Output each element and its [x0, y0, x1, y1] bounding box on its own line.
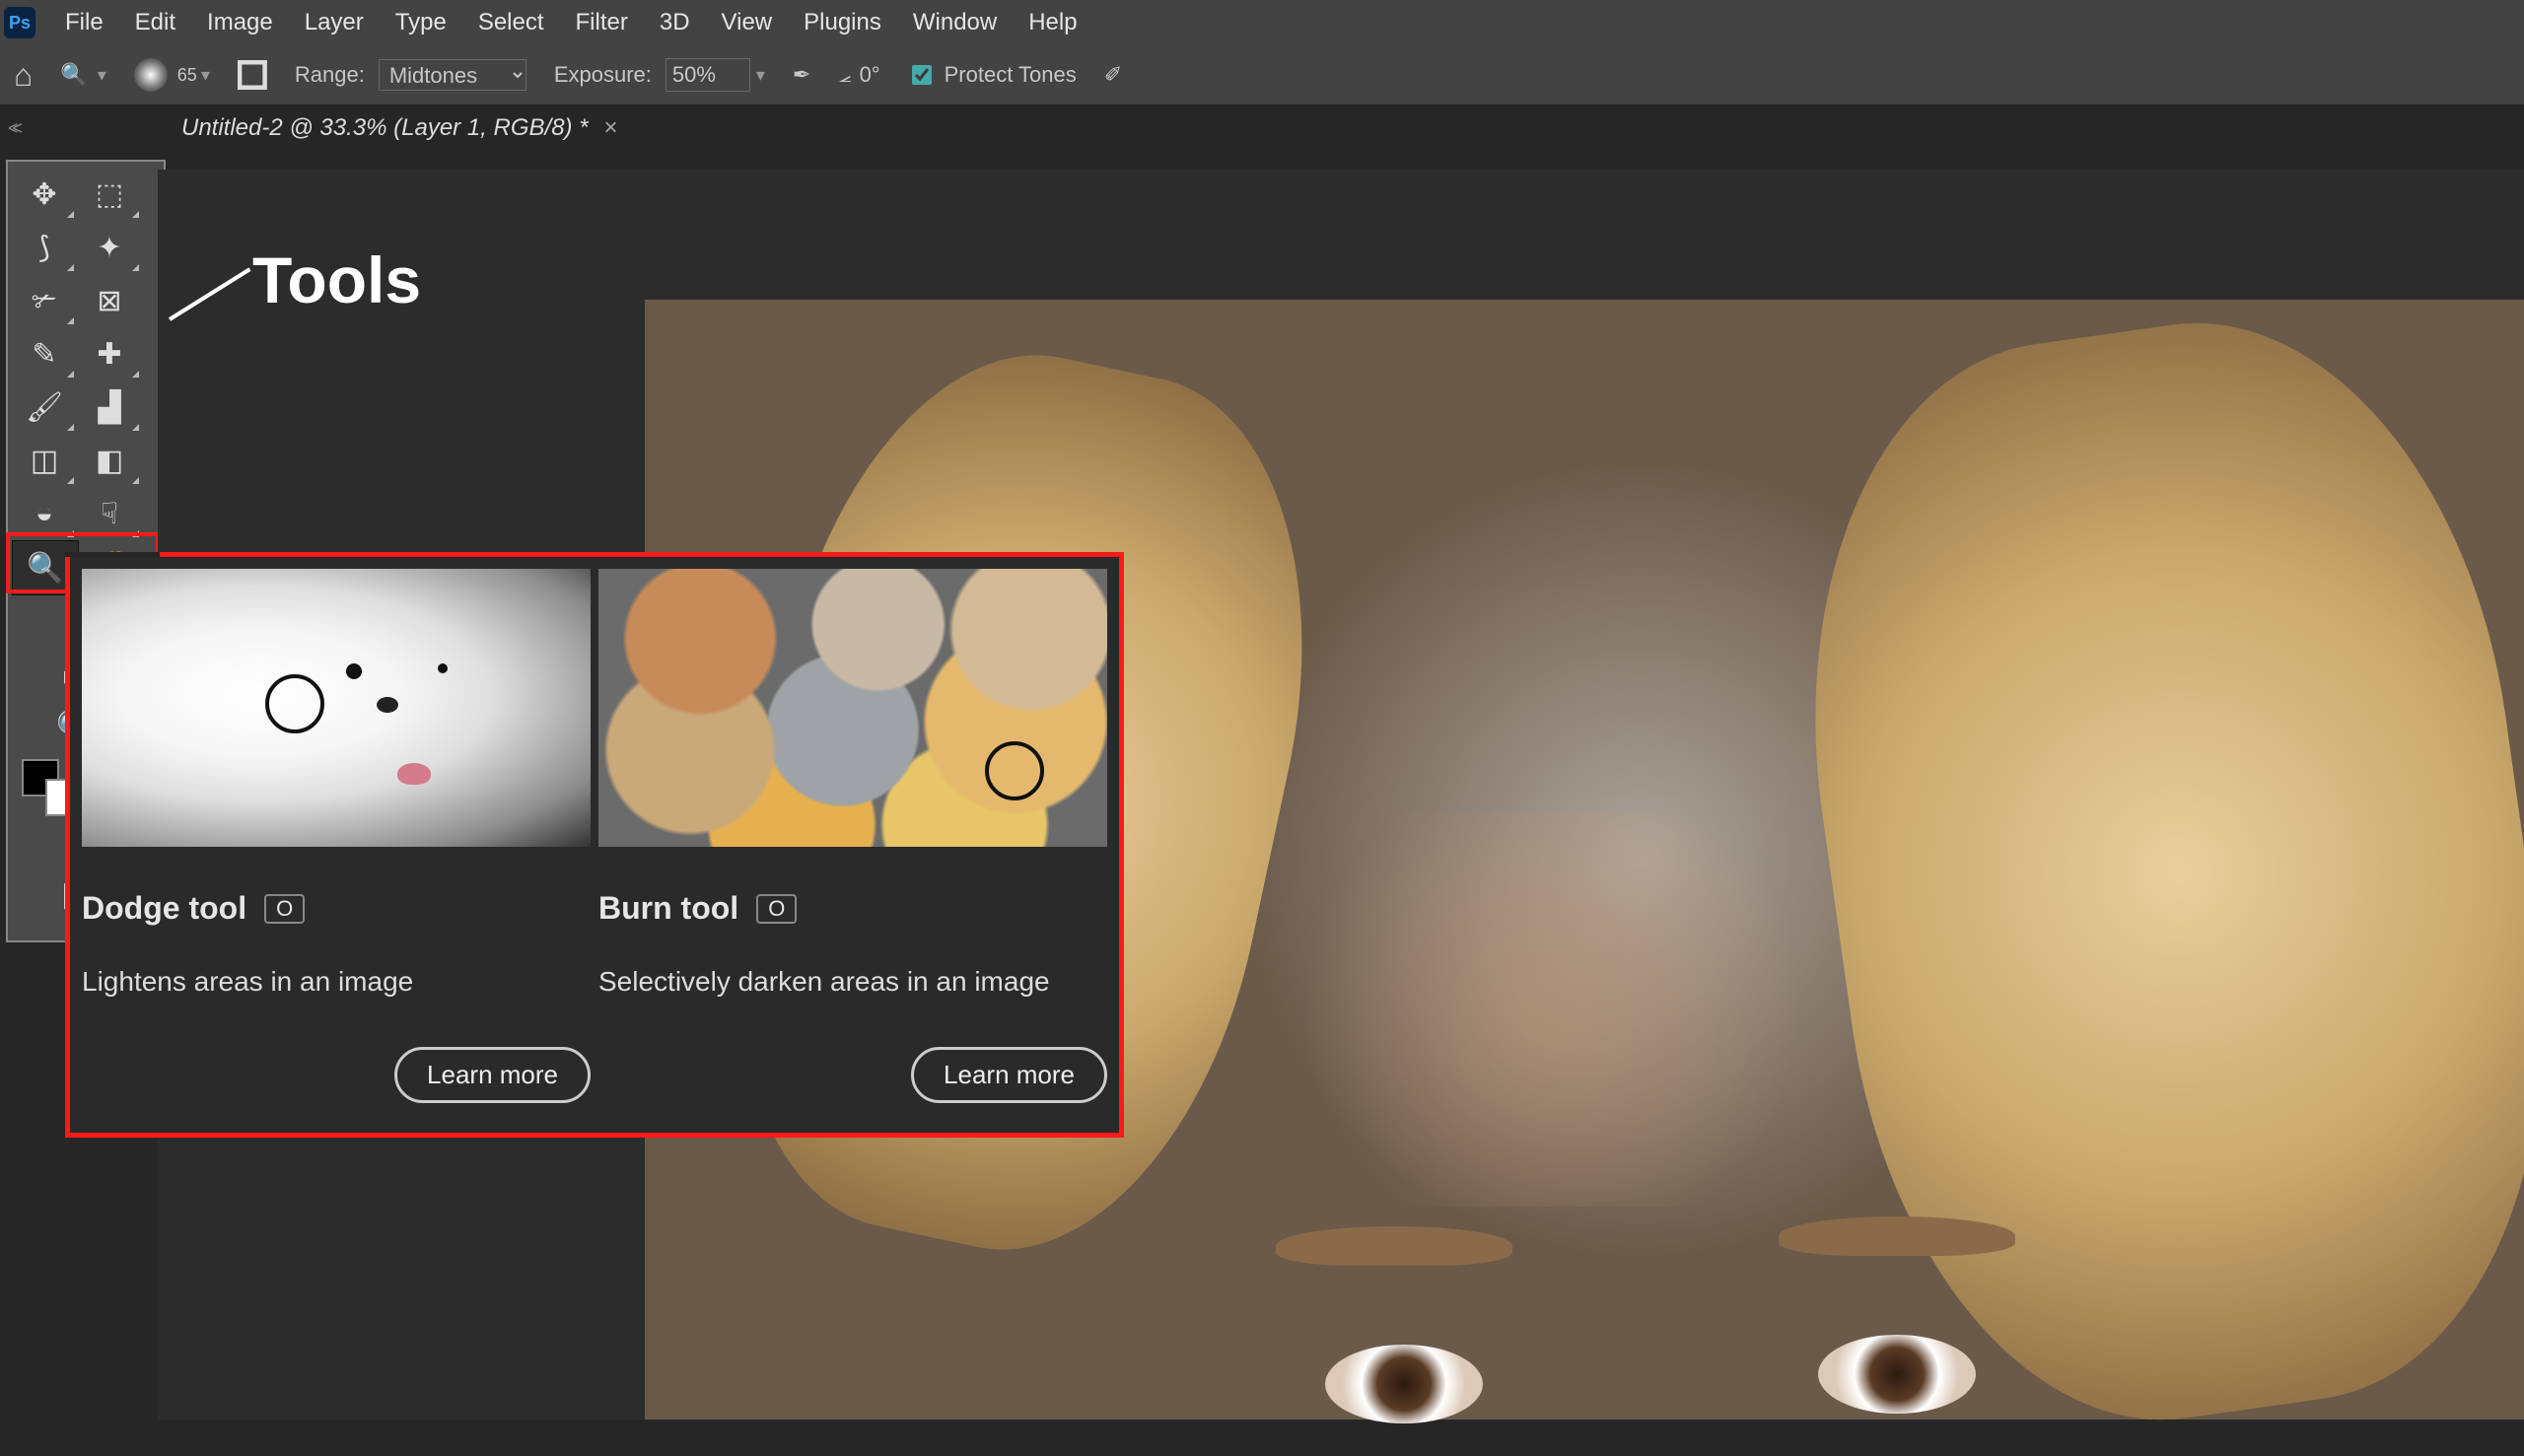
dodge-icon: 🔍	[27, 551, 63, 586]
gradient-tool[interactable]: ◧	[77, 434, 142, 487]
brush-tool[interactable]: 🖌	[12, 381, 77, 434]
exposure-input[interactable]	[666, 58, 750, 92]
document-tab-title: Untitled-2 @ 33.3% (Layer 1, RGB/8) *	[181, 114, 589, 142]
popup-dodge-column: Dodge tool O Lightens areas in an image …	[82, 569, 591, 1103]
menu-view[interactable]: View	[706, 0, 789, 45]
pressure-toggle[interactable]: ✐	[1090, 45, 1136, 104]
burn-learn-more-button[interactable]: Learn more	[911, 1047, 1107, 1103]
menu-3d[interactable]: 3D	[644, 0, 706, 45]
close-icon[interactable]: ×	[604, 114, 618, 142]
brush-preset-button[interactable]: 65 ▾	[120, 45, 224, 104]
tool-info-popup: Dodge tool O Lightens areas in an image …	[65, 552, 1124, 1138]
menu-select[interactable]: Select	[462, 0, 560, 45]
document-tab[interactable]: Untitled-2 @ 33.3% (Layer 1, RGB/8) * ×	[158, 105, 642, 151]
menu-filter[interactable]: Filter	[560, 0, 644, 45]
burn-shortcut: O	[756, 894, 797, 924]
burn-title: Burn tool	[598, 890, 738, 927]
options-bar: ⌂ 🔍 ▾ 65 ▾ Range: Midtones Exposure: ▾ ✒…	[0, 45, 2524, 105]
chevron-down-icon: ▾	[756, 65, 765, 86]
dodge-title: Dodge tool	[82, 890, 246, 927]
annotation-label: Tools	[252, 243, 421, 317]
quick-select-tool[interactable]: ✦	[77, 221, 142, 274]
menu-help[interactable]: Help	[1013, 0, 1092, 45]
move-tool[interactable]: ✥	[12, 168, 77, 221]
angle-value: 0°	[860, 62, 880, 88]
eyedropper-tool[interactable]: ✎	[12, 327, 77, 381]
dodge-learn-more-button[interactable]: Learn more	[394, 1047, 591, 1103]
menu-window[interactable]: Window	[897, 0, 1013, 45]
frame-tool[interactable]: ⊠	[77, 274, 142, 327]
airbrush-toggle[interactable]: ✒	[779, 45, 824, 104]
menu-bar: Ps File Edit Image Layer Type Select Fil…	[0, 0, 2524, 45]
menu-plugins[interactable]: Plugins	[788, 0, 897, 45]
menu-file[interactable]: File	[49, 0, 119, 45]
chevron-down-icon: ▾	[201, 65, 210, 86]
dodge-thumbnail	[82, 569, 591, 847]
pressure-icon: ✐	[1104, 62, 1122, 88]
marquee-tool[interactable]: ⬚	[77, 168, 142, 221]
protect-tones-checkbox[interactable]	[912, 65, 932, 85]
menu-image[interactable]: Image	[191, 0, 289, 45]
dodge-description: Lightens areas in an image	[82, 966, 591, 998]
home-icon: ⌂	[14, 57, 33, 94]
angle-control[interactable]: ⦟ 0°	[824, 45, 893, 104]
home-button[interactable]: ⌂	[0, 45, 46, 104]
popup-burn-column: Burn tool O Selectively darken areas in …	[598, 569, 1107, 1103]
protect-tones-label: Protect Tones	[945, 62, 1077, 88]
tool-preset-button[interactable]: 🔍 ▾	[46, 45, 119, 104]
brush-size-value: 65	[177, 65, 197, 86]
cursor-indicator-icon	[265, 674, 324, 733]
ps-logo-icon: Ps	[4, 7, 35, 38]
menu-layer[interactable]: Layer	[289, 0, 380, 45]
eraser-tool[interactable]: ◫	[12, 434, 77, 487]
range-label: Range:	[281, 45, 379, 104]
menu-type[interactable]: Type	[380, 0, 462, 45]
smudge-tool[interactable]: ☟	[77, 487, 142, 540]
menu-edit[interactable]: Edit	[119, 0, 191, 45]
burn-thumbnail	[598, 569, 1107, 847]
clone-stamp-tool[interactable]: ▟	[77, 381, 142, 434]
cursor-indicator-icon	[985, 741, 1044, 800]
dodge-shortcut: O	[264, 894, 305, 924]
burn-description: Selectively darken areas in an image	[598, 966, 1107, 998]
document-tab-strip: Untitled-2 @ 33.3% (Layer 1, RGB/8) * ×	[0, 105, 2524, 151]
chevron-down-icon: ▾	[98, 65, 106, 86]
healing-tool[interactable]: ✚	[77, 327, 142, 381]
brush-panel-icon	[238, 60, 267, 90]
dodge-icon: 🔍	[60, 62, 87, 88]
lasso-tool[interactable]: ⟆	[12, 221, 77, 274]
crop-tool[interactable]: ✃	[12, 274, 77, 327]
collapse-panels-icon[interactable]: <<	[8, 118, 17, 139]
blur-tool[interactable]: ◒	[12, 487, 77, 540]
exposure-label: Exposure:	[540, 45, 666, 104]
range-select[interactable]: Midtones	[379, 59, 526, 91]
angle-icon: ⦟	[838, 62, 851, 88]
brush-panel-toggle[interactable]	[224, 45, 281, 104]
brush-preview-icon	[134, 58, 168, 92]
airbrush-icon: ✒	[793, 62, 810, 88]
